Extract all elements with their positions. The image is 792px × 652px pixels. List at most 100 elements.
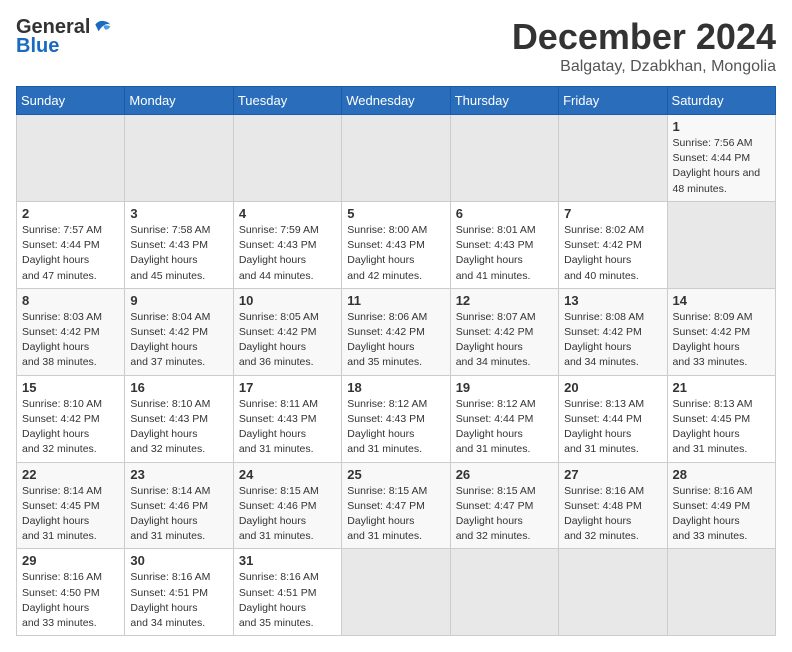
calendar-day-header: Thursday <box>450 87 558 115</box>
day-info: Sunrise: 8:10 AMSunset: 4:42 PMDaylight … <box>22 397 119 458</box>
calendar-day-cell: 17 Sunrise: 8:11 AMSunset: 4:43 PMDaylig… <box>233 375 341 462</box>
calendar-week-row: 15 Sunrise: 8:10 AMSunset: 4:42 PMDaylig… <box>17 375 776 462</box>
calendar-week-row: 29 Sunrise: 8:16 AMSunset: 4:50 PMDaylig… <box>17 549 776 636</box>
day-number: 5 <box>347 206 444 221</box>
calendar-day-cell: 25 Sunrise: 8:15 AMSunset: 4:47 PMDaylig… <box>342 462 450 549</box>
day-info: Sunrise: 8:06 AMSunset: 4:42 PMDaylight … <box>347 310 444 371</box>
calendar-day-cell: 22 Sunrise: 8:14 AMSunset: 4:45 PMDaylig… <box>17 462 125 549</box>
calendar-week-row: 1 Sunrise: 7:56 AMSunset: 4:44 PMDayligh… <box>17 115 776 202</box>
day-number: 9 <box>130 293 227 308</box>
day-info: Sunrise: 8:08 AMSunset: 4:42 PMDaylight … <box>564 310 661 371</box>
calendar-day-header: Tuesday <box>233 87 341 115</box>
day-info: Sunrise: 8:07 AMSunset: 4:42 PMDaylight … <box>456 310 553 371</box>
day-number: 6 <box>456 206 553 221</box>
day-info: Sunrise: 8:16 AMSunset: 4:51 PMDaylight … <box>130 570 227 631</box>
calendar-empty-cell <box>125 115 233 202</box>
day-number: 31 <box>239 553 336 568</box>
calendar-day-cell: 31 Sunrise: 8:16 AMSunset: 4:51 PMDaylig… <box>233 549 341 636</box>
day-number: 18 <box>347 380 444 395</box>
day-number: 14 <box>673 293 770 308</box>
logo-bird-icon <box>92 18 112 38</box>
day-number: 26 <box>456 467 553 482</box>
day-info: Sunrise: 8:09 AMSunset: 4:42 PMDaylight … <box>673 310 770 371</box>
day-number: 17 <box>239 380 336 395</box>
calendar-day-cell <box>667 549 775 636</box>
day-info: Sunrise: 8:16 AMSunset: 4:49 PMDaylight … <box>673 484 770 545</box>
day-info: Sunrise: 8:15 AMSunset: 4:46 PMDaylight … <box>239 484 336 545</box>
calendar-day-cell: 16 Sunrise: 8:10 AMSunset: 4:43 PMDaylig… <box>125 375 233 462</box>
calendar-day-cell: 19 Sunrise: 8:12 AMSunset: 4:44 PMDaylig… <box>450 375 558 462</box>
day-info: Sunrise: 7:58 AMSunset: 4:43 PMDaylight … <box>130 223 227 284</box>
day-info: Sunrise: 8:13 AMSunset: 4:44 PMDaylight … <box>564 397 661 458</box>
page-header: General Blue December 2024 Balgatay, Dza… <box>16 16 776 76</box>
day-number: 28 <box>673 467 770 482</box>
calendar-day-cell: 5 Sunrise: 8:00 AMSunset: 4:43 PMDayligh… <box>342 201 450 288</box>
calendar-day-cell: 10 Sunrise: 8:05 AMSunset: 4:42 PMDaylig… <box>233 288 341 375</box>
day-number: 1 <box>673 119 770 134</box>
calendar-day-cell: 23 Sunrise: 8:14 AMSunset: 4:46 PMDaylig… <box>125 462 233 549</box>
calendar-day-cell: 20 Sunrise: 8:13 AMSunset: 4:44 PMDaylig… <box>559 375 667 462</box>
day-info: Sunrise: 8:12 AMSunset: 4:44 PMDaylight … <box>456 397 553 458</box>
calendar-day-cell: 3 Sunrise: 7:58 AMSunset: 4:43 PMDayligh… <box>125 201 233 288</box>
day-number: 3 <box>130 206 227 221</box>
day-number: 13 <box>564 293 661 308</box>
day-info: Sunrise: 8:02 AMSunset: 4:42 PMDaylight … <box>564 223 661 284</box>
calendar-day-header: Friday <box>559 87 667 115</box>
calendar-day-cell: 18 Sunrise: 8:12 AMSunset: 4:43 PMDaylig… <box>342 375 450 462</box>
logo: General Blue <box>16 16 112 58</box>
calendar-day-header: Saturday <box>667 87 775 115</box>
day-number: 23 <box>130 467 227 482</box>
calendar-day-cell: 11 Sunrise: 8:06 AMSunset: 4:42 PMDaylig… <box>342 288 450 375</box>
calendar-week-row: 2 Sunrise: 7:57 AMSunset: 4:44 PMDayligh… <box>17 201 776 288</box>
calendar-week-row: 8 Sunrise: 8:03 AMSunset: 4:42 PMDayligh… <box>17 288 776 375</box>
calendar-day-cell: 4 Sunrise: 7:59 AMSunset: 4:43 PMDayligh… <box>233 201 341 288</box>
day-info: Sunrise: 8:15 AMSunset: 4:47 PMDaylight … <box>347 484 444 545</box>
calendar-day-cell: 7 Sunrise: 8:02 AMSunset: 4:42 PMDayligh… <box>559 201 667 288</box>
calendar-day-cell <box>450 549 558 636</box>
day-number: 16 <box>130 380 227 395</box>
day-number: 22 <box>22 467 119 482</box>
calendar-day-cell: 12 Sunrise: 8:07 AMSunset: 4:42 PMDaylig… <box>450 288 558 375</box>
title-area: December 2024 Balgatay, Dzabkhan, Mongol… <box>512 16 776 76</box>
calendar-day-cell: 14 Sunrise: 8:09 AMSunset: 4:42 PMDaylig… <box>667 288 775 375</box>
day-info: Sunrise: 8:11 AMSunset: 4:43 PMDaylight … <box>239 397 336 458</box>
calendar-header-row: SundayMondayTuesdayWednesdayThursdayFrid… <box>17 87 776 115</box>
calendar-empty-cell <box>17 115 125 202</box>
calendar-day-cell: 29 Sunrise: 8:16 AMSunset: 4:50 PMDaylig… <box>17 549 125 636</box>
day-info: Sunrise: 8:16 AMSunset: 4:48 PMDaylight … <box>564 484 661 545</box>
day-info: Sunrise: 7:56 AMSunset: 4:44 PMDaylight … <box>673 136 770 197</box>
day-number: 10 <box>239 293 336 308</box>
day-number: 25 <box>347 467 444 482</box>
day-number: 29 <box>22 553 119 568</box>
day-info: Sunrise: 8:04 AMSunset: 4:42 PMDaylight … <box>130 310 227 371</box>
calendar-day-cell: 27 Sunrise: 8:16 AMSunset: 4:48 PMDaylig… <box>559 462 667 549</box>
day-number: 7 <box>564 206 661 221</box>
day-info: Sunrise: 8:00 AMSunset: 4:43 PMDaylight … <box>347 223 444 284</box>
day-info: Sunrise: 8:10 AMSunset: 4:43 PMDaylight … <box>130 397 227 458</box>
day-number: 19 <box>456 380 553 395</box>
day-number: 24 <box>239 467 336 482</box>
day-info: Sunrise: 8:15 AMSunset: 4:47 PMDaylight … <box>456 484 553 545</box>
calendar-day-header: Monday <box>125 87 233 115</box>
logo-blue-text: Blue <box>16 35 59 58</box>
day-number: 15 <box>22 380 119 395</box>
day-info: Sunrise: 8:13 AMSunset: 4:45 PMDaylight … <box>673 397 770 458</box>
day-info: Sunrise: 8:16 AMSunset: 4:51 PMDaylight … <box>239 570 336 631</box>
calendar-day-cell: 9 Sunrise: 8:04 AMSunset: 4:42 PMDayligh… <box>125 288 233 375</box>
day-number: 21 <box>673 380 770 395</box>
calendar-day-cell: 2 Sunrise: 7:57 AMSunset: 4:44 PMDayligh… <box>17 201 125 288</box>
day-number: 8 <box>22 293 119 308</box>
calendar-day-cell: 8 Sunrise: 8:03 AMSunset: 4:42 PMDayligh… <box>17 288 125 375</box>
day-info: Sunrise: 8:16 AMSunset: 4:50 PMDaylight … <box>22 570 119 631</box>
day-info: Sunrise: 8:12 AMSunset: 4:43 PMDaylight … <box>347 397 444 458</box>
calendar-day-header: Sunday <box>17 87 125 115</box>
month-title: December 2024 <box>512 16 776 58</box>
day-number: 12 <box>456 293 553 308</box>
calendar-day-cell: 30 Sunrise: 8:16 AMSunset: 4:51 PMDaylig… <box>125 549 233 636</box>
day-info: Sunrise: 8:01 AMSunset: 4:43 PMDaylight … <box>456 223 553 284</box>
calendar-day-cell: 13 Sunrise: 8:08 AMSunset: 4:42 PMDaylig… <box>559 288 667 375</box>
calendar-day-cell: 1 Sunrise: 7:56 AMSunset: 4:44 PMDayligh… <box>667 115 775 202</box>
day-info: Sunrise: 8:03 AMSunset: 4:42 PMDaylight … <box>22 310 119 371</box>
calendar-day-cell: 26 Sunrise: 8:15 AMSunset: 4:47 PMDaylig… <box>450 462 558 549</box>
calendar-day-header: Wednesday <box>342 87 450 115</box>
